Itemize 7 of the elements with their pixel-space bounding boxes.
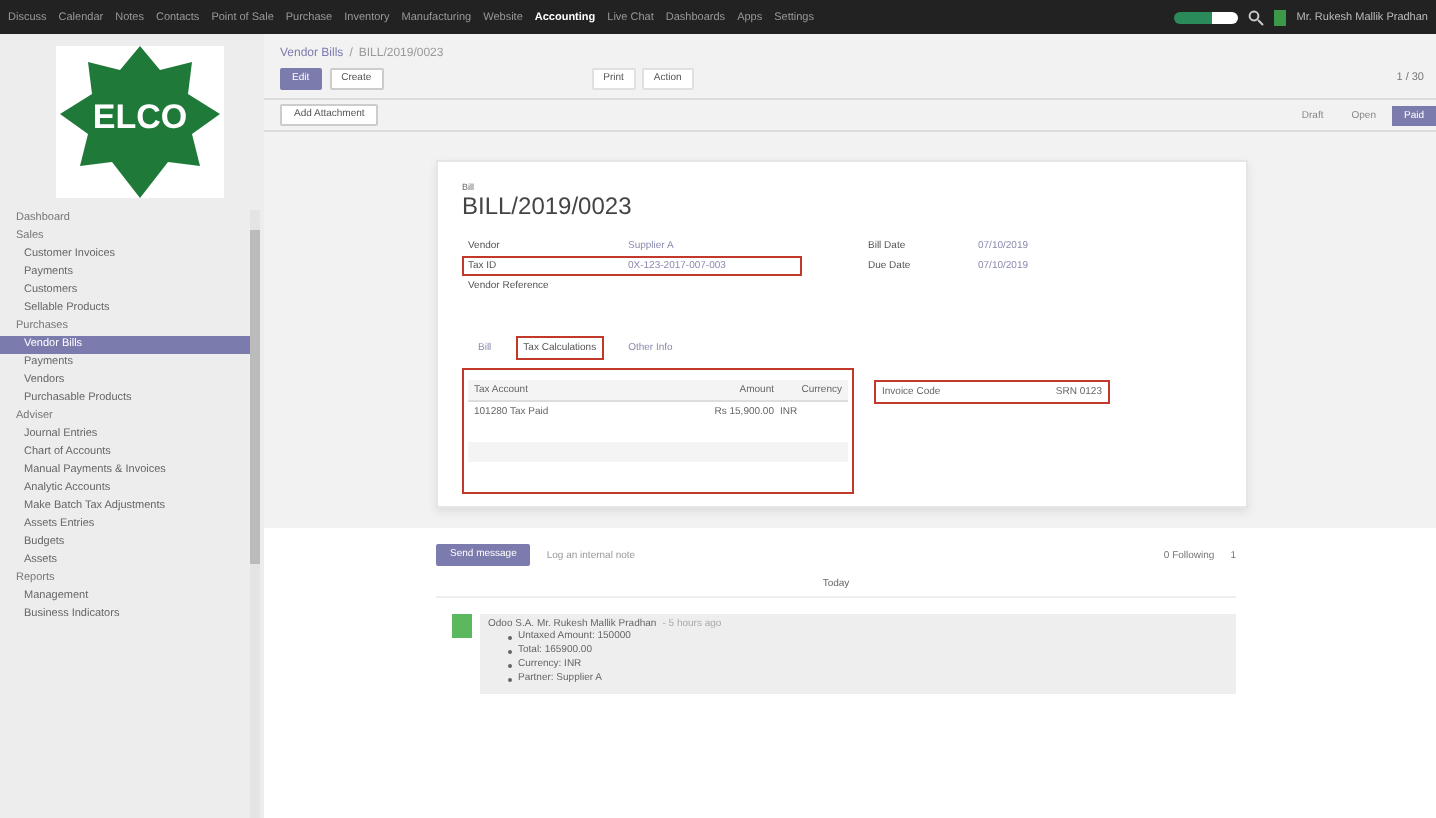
bill-number: BILL/2019/0023: [462, 192, 634, 220]
status-toggle[interactable]: [1174, 11, 1239, 23]
company-logo: ELCO: [56, 42, 224, 202]
scrollbar[interactable]: [250, 210, 260, 818]
author-avatar: [452, 614, 472, 638]
user-avatar: [1274, 9, 1287, 25]
search-icon[interactable]: [1248, 9, 1265, 25]
